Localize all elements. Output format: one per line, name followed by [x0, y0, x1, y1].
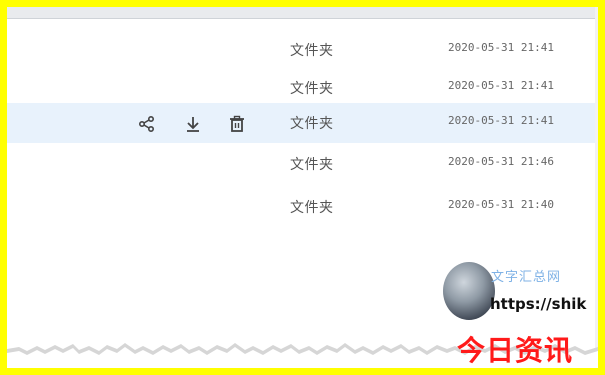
- file-modified-date: 2020-05-31 21:46: [448, 155, 554, 168]
- file-row[interactable]: 文件夹 2020-05-31 21:40: [7, 187, 598, 227]
- file-modified-date: 2020-05-31 21:40: [448, 198, 554, 211]
- file-row[interactable]: 文件夹 2020-05-31 21:41: [7, 30, 598, 70]
- watermark-logo: 文字汇总网 https://shik: [443, 262, 598, 324]
- share-icon[interactable]: [137, 114, 157, 134]
- file-type: 文件夹: [290, 43, 334, 59]
- watermark-url: https://shik: [490, 295, 587, 313]
- brand-watermark: 今日资讯: [457, 334, 574, 367]
- file-type: 文件夹: [290, 157, 334, 173]
- file-modified-date: 2020-05-31 21:41: [448, 114, 554, 127]
- trash-icon[interactable]: [227, 114, 247, 134]
- list-header-bar: [7, 7, 598, 19]
- watermark-globe-icon: [443, 262, 495, 320]
- file-row-selected[interactable]: 文件夹 2020-05-31 21:41: [7, 103, 598, 143]
- file-modified-date: 2020-05-31 21:41: [448, 41, 554, 54]
- file-row[interactable]: 文件夹 2020-05-31 21:41: [7, 68, 598, 108]
- file-type: 文件夹: [290, 81, 334, 97]
- file-type: 文件夹: [290, 200, 334, 216]
- file-row[interactable]: 文件夹 2020-05-31 21:46: [7, 144, 598, 184]
- file-type: 文件夹: [290, 116, 334, 132]
- watermark-title: 文字汇总网: [491, 270, 562, 285]
- row-actions: [137, 114, 247, 134]
- file-modified-date: 2020-05-31 21:41: [448, 79, 554, 92]
- file-list-window: 文件夹 2020-05-31 21:41 文件夹 2020-05-31 21:4…: [7, 7, 598, 368]
- download-icon[interactable]: [183, 114, 203, 134]
